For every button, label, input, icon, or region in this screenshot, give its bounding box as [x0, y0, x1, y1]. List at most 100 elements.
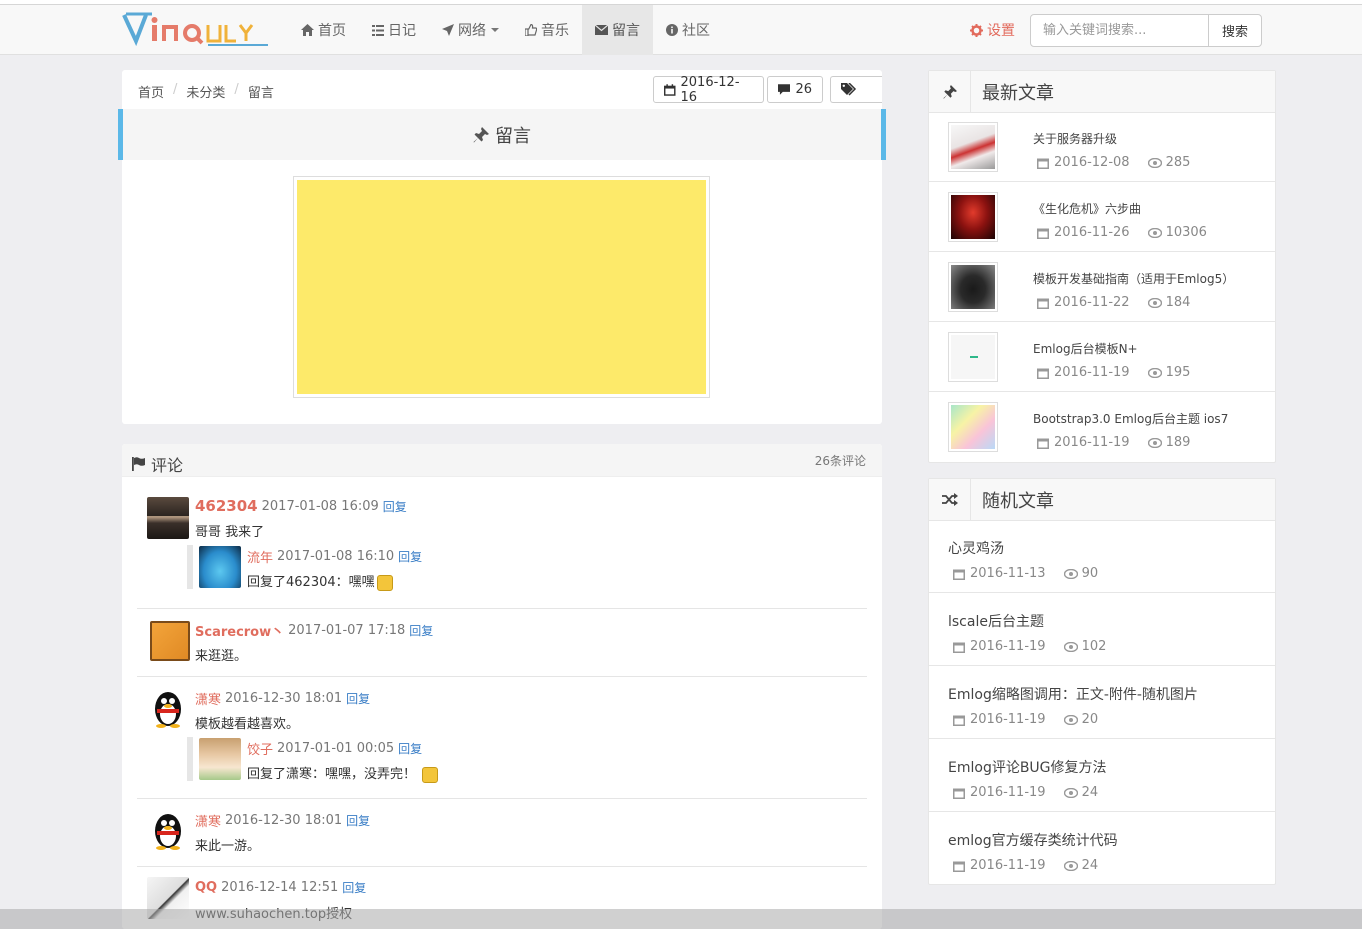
comment-text: 模板越看越喜欢。 — [195, 717, 300, 732]
comments-title: 评论 — [132, 452, 183, 476]
recent-post-item[interactable]: Bootstrap3.0 Emlog后台主题 ios7 2016-11-19 1… — [929, 392, 1275, 462]
reply-link[interactable]: 回复 — [383, 498, 407, 515]
post-view-count: 184 — [1165, 295, 1191, 310]
reply-link[interactable]: 回复 — [398, 740, 422, 757]
avatar — [147, 809, 189, 851]
comment-text: 回复了潇寒：嘿嘿，没弄完！ — [247, 763, 439, 783]
breadcrumb-home[interactable]: 首页 — [138, 82, 164, 101]
reply-link[interactable]: 回复 — [398, 548, 422, 565]
comment-author[interactable]: QQ — [195, 880, 217, 895]
nav-item-community[interactable]: 社区 — [653, 5, 723, 55]
comment-author[interactable]: 462304 — [195, 497, 258, 515]
comment-time: 2016-12-30 18:01 — [225, 813, 343, 828]
qq-penguin-icon — [155, 814, 181, 850]
post-views: 195 — [1147, 365, 1190, 380]
recent-posts-panel: 最新文章 关于服务器升级 2016-12-08 285 《生化危机》六步曲 20… — [928, 70, 1276, 463]
comment-author[interactable]: 饺子 — [247, 739, 273, 758]
comment-meta: 潇寒 2016-12-30 18:01 回复 — [195, 811, 370, 830]
random-post-item[interactable]: Emlog评论BUG修复方法 2016-11-19 24 — [929, 739, 1275, 812]
comment-item: 462304 2017-01-08 16:09 回复 哥哥 我来了 流年 201… — [137, 477, 867, 609]
pushpin-icon — [929, 71, 971, 112]
post-views: 90 — [1063, 566, 1099, 581]
post-views: 285 — [1147, 155, 1190, 170]
post-title[interactable]: Emlog后台模板N+ — [1033, 340, 1138, 357]
tags-button[interactable] — [830, 76, 882, 103]
post-title[interactable]: 心灵鸡汤 — [948, 538, 1004, 558]
reply-link[interactable]: 回复 — [342, 879, 366, 896]
comments-panel: 评论 26条评论 462304 2017-01-08 16:09 回复 哥哥 我… — [122, 444, 882, 929]
eye-icon — [1063, 568, 1078, 579]
reply-link[interactable]: 回复 — [409, 622, 433, 639]
recent-post-item[interactable]: 关于服务器升级 2016-12-08 285 — [929, 112, 1275, 182]
eye-icon — [1063, 714, 1078, 725]
post-meta: 2016-11-19 102 — [953, 639, 1106, 654]
breadcrumb-separator: / — [173, 82, 178, 97]
comment-author[interactable]: Scarecrow丶 — [195, 621, 284, 640]
comment-text: 哥哥 我来了 — [195, 525, 265, 540]
post-view-count: 90 — [1081, 566, 1099, 581]
post-meta: 2016-11-19 20 — [953, 712, 1098, 727]
post-title[interactable]: 《生化危机》六步曲 — [1033, 200, 1141, 217]
calendar-icon — [1037, 368, 1049, 379]
random-post-item[interactable]: emlog官方缓存类统计代码 2016-11-19 24 — [929, 812, 1275, 885]
site-logo[interactable] — [122, 11, 270, 47]
reply-link[interactable]: 回复 — [346, 690, 370, 707]
post-title[interactable]: Emlog缩略图调用：正文-附件-随机图片 — [948, 684, 1198, 704]
random-post-item[interactable]: Emlog缩略图调用：正文-附件-随机图片 2016-11-19 20 — [929, 666, 1275, 739]
avatar — [199, 546, 241, 588]
comment-text: 来逛逛。 — [195, 649, 248, 664]
emoji-icon — [422, 766, 439, 783]
random-posts-header: 随机文章 — [929, 479, 1275, 521]
send-icon — [442, 24, 454, 36]
info-icon — [666, 24, 678, 36]
comment-time: 2017-01-08 16:10 — [277, 549, 395, 564]
nav-item-guestbook[interactable]: 留言 — [582, 5, 653, 55]
comment-author[interactable]: 流年 — [247, 547, 273, 566]
post-title[interactable]: Emlog评论BUG修复方法 — [948, 757, 1107, 777]
recent-post-item[interactable]: 《生化危机》六步曲 2016-11-26 10306 — [929, 182, 1275, 252]
comment-author[interactable]: 潇寒 — [195, 811, 221, 830]
nav-item-music[interactable]: 音乐 — [512, 5, 582, 55]
random-posts-title: 随机文章 — [982, 491, 1054, 512]
post-title[interactable]: emlog官方缓存类统计代码 — [948, 830, 1118, 850]
post-view-count: 24 — [1081, 858, 1099, 873]
comment-count-button[interactable]: 26 — [767, 76, 823, 103]
post-view-count: 189 — [1165, 435, 1191, 450]
comment-text-body: 回复了潇寒：嘿嘿，没弄完！ — [247, 767, 417, 782]
random-post-item[interactable]: lscale后台主题 2016-11-19 102 — [929, 593, 1275, 666]
settings-label: 设置 — [987, 23, 1015, 39]
comment-author[interactable]: 潇寒 — [195, 689, 221, 708]
post-views: 20 — [1063, 712, 1098, 727]
comment-reply: 流年 2017-01-08 16:10 回复 回复了462304：嘿嘿 — [187, 545, 787, 591]
post-title[interactable]: lscale后台主题 — [948, 611, 1044, 631]
thumbs-up-icon — [525, 24, 537, 36]
nav-item-label: 留言 — [612, 23, 640, 39]
random-post-item[interactable]: 心灵鸡汤 2016-11-13 90 — [929, 520, 1275, 593]
comment-time: 2016-12-30 18:01 — [225, 691, 343, 706]
post-meta: 2016-11-19 189 — [1037, 435, 1190, 450]
post-view-count: 10306 — [1165, 225, 1207, 240]
nav-item-label: 音乐 — [541, 23, 569, 39]
post-thumbnail — [948, 262, 998, 312]
nav-item-home[interactable]: 首页 — [288, 5, 359, 55]
date-button[interactable]: 2016-12-16 — [653, 75, 764, 105]
post-title[interactable]: Bootstrap3.0 Emlog后台主题 ios7 — [1033, 410, 1228, 427]
post-date: 2016-11-19 — [970, 785, 1046, 800]
recent-post-item[interactable]: 模板开发基础指南（适用于Emlog5） 2016-11-22 184 — [929, 252, 1275, 322]
nav-item-diary[interactable]: 日记 — [359, 5, 429, 55]
post-date: 2016-11-22 — [1054, 295, 1130, 310]
reply-link[interactable]: 回复 — [346, 812, 370, 829]
nav-item-network[interactable]: 网络 — [429, 5, 512, 55]
comments-header: 评论 26条评论 — [122, 444, 882, 477]
calendar-icon — [953, 861, 965, 872]
breadcrumb-category[interactable]: 未分类 — [186, 82, 225, 101]
settings-link[interactable]: 设置 — [970, 20, 1015, 40]
breadcrumb-current: 留言 — [247, 86, 274, 101]
search-input[interactable] — [1030, 14, 1210, 47]
recent-post-item[interactable]: Emlog后台模板N+ 2016-11-19 195 — [929, 322, 1275, 392]
search-button[interactable]: 搜索 — [1208, 14, 1262, 47]
post-title[interactable]: 关于服务器升级 — [1033, 130, 1117, 147]
comment-item: 潇寒 2016-12-30 18:01 回复 模板越看越喜欢。 饺子 2017-… — [137, 676, 867, 798]
post-thumbnail — [948, 332, 998, 382]
post-title[interactable]: 模板开发基础指南（适用于Emlog5） — [1033, 270, 1234, 287]
